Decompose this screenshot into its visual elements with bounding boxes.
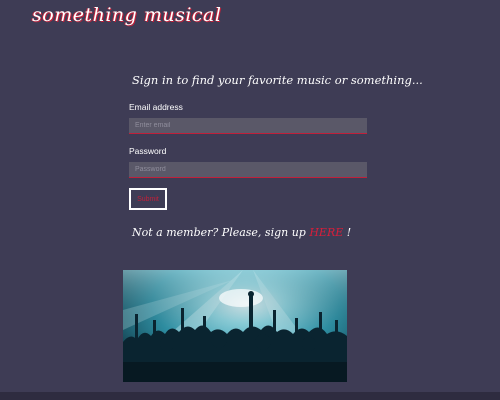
email-label: Email address (129, 102, 183, 112)
signin-heading: Sign in to find your favorite music or s… (132, 73, 423, 87)
submit-button[interactable]: Submit (129, 188, 167, 210)
signup-prompt: Not a member? Please, sign up HERE ! (132, 226, 351, 239)
email-field[interactable] (129, 118, 367, 134)
signup-link[interactable]: HERE (309, 226, 343, 239)
password-field[interactable] (129, 162, 367, 178)
signup-suffix: ! (343, 226, 352, 239)
footer-bar (0, 392, 500, 400)
concert-crowd-image (123, 270, 347, 382)
page: something musical Sign in to find your f… (0, 0, 500, 400)
site-brand[interactable]: something musical (32, 4, 221, 26)
password-label: Password (129, 146, 167, 156)
signup-prefix: Not a member? Please, sign up (132, 226, 310, 239)
